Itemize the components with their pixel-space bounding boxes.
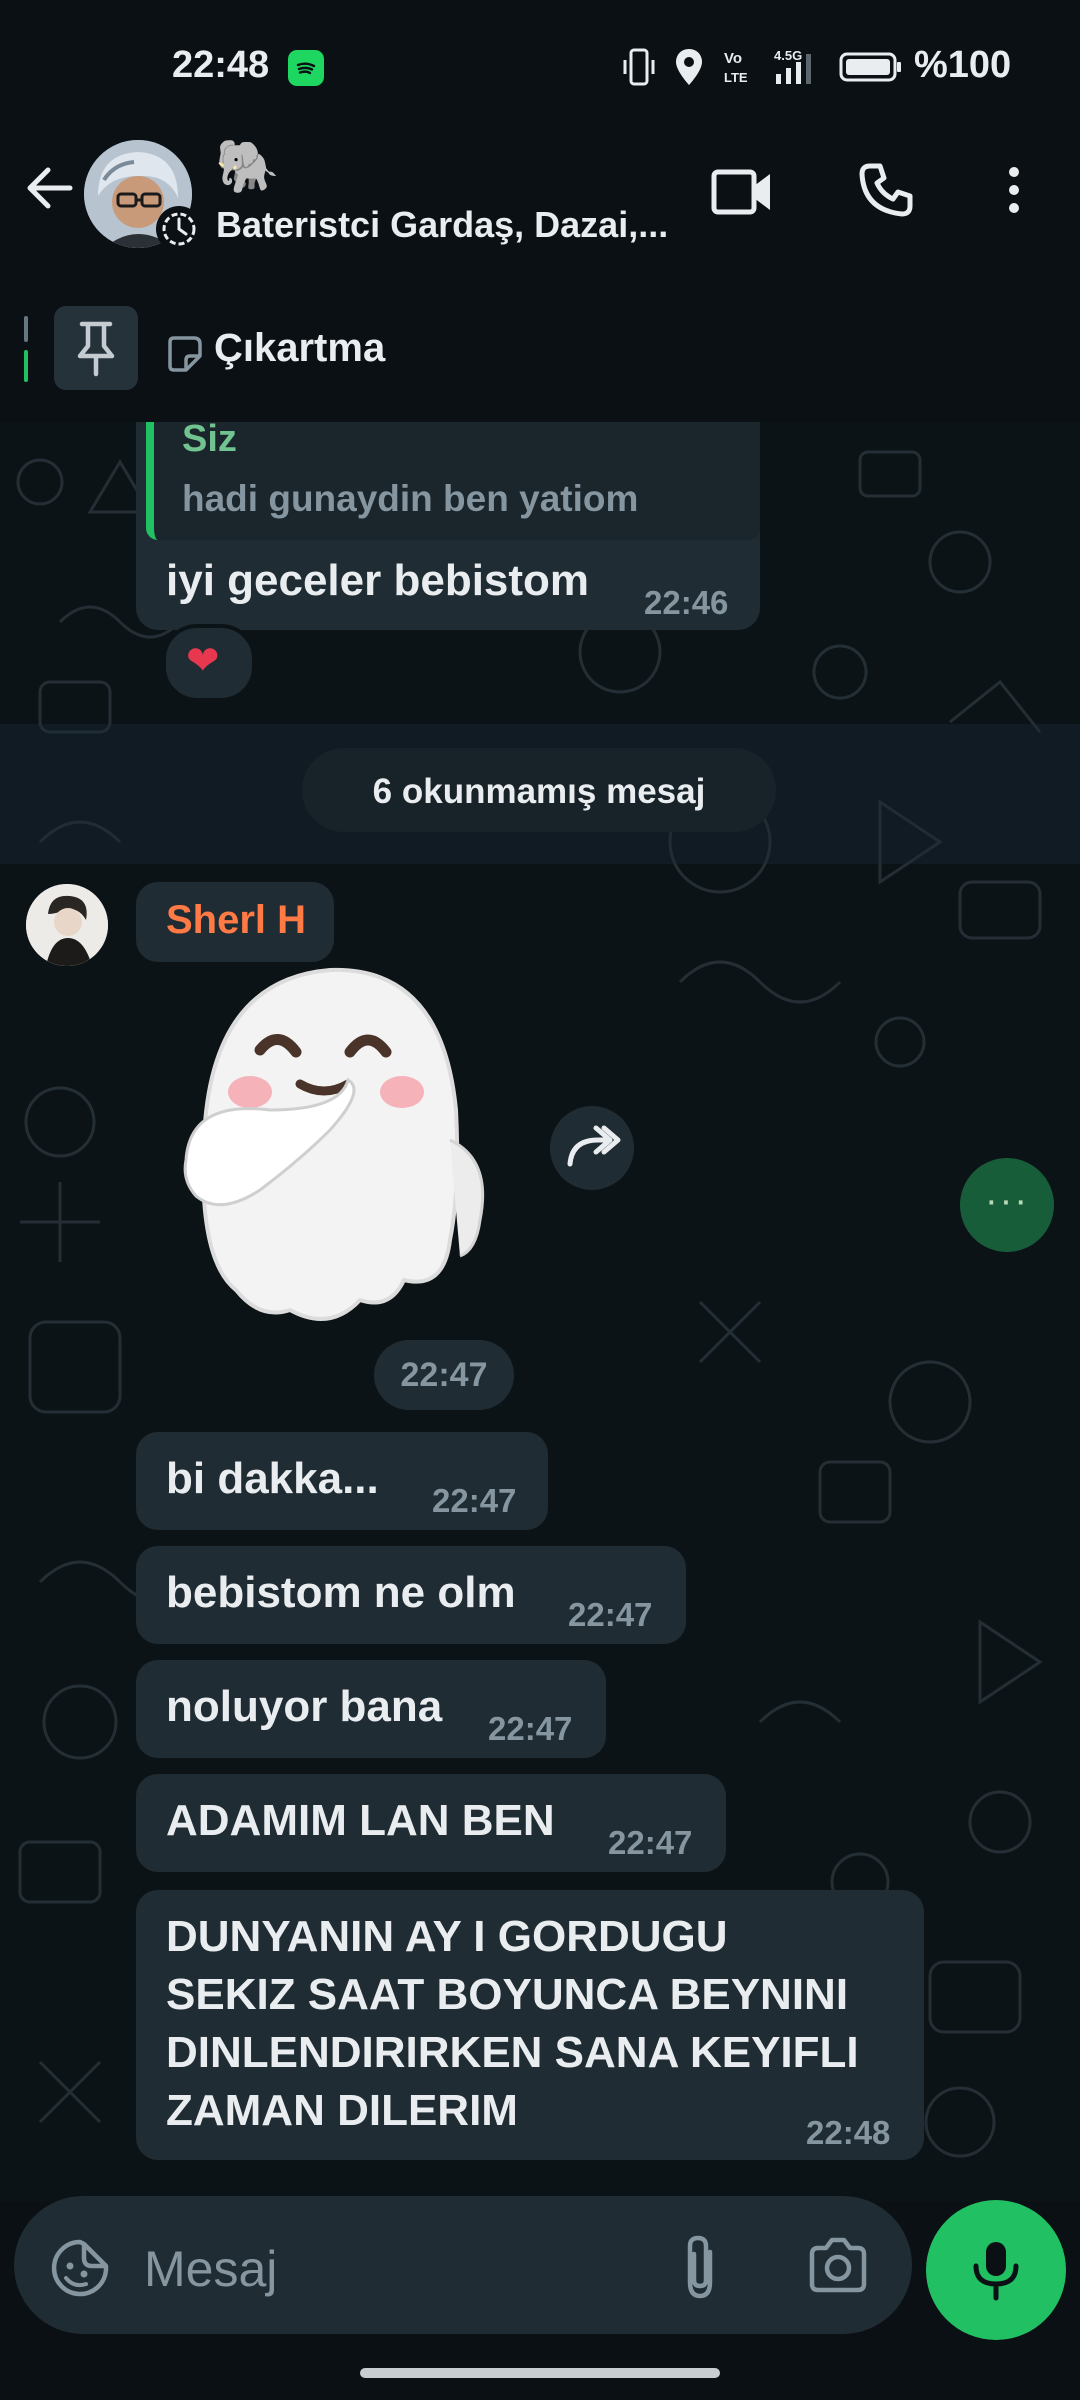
voice-call-icon[interactable] — [856, 160, 916, 220]
volte-icon: Vo LTE — [724, 50, 748, 85]
disappearing-timer-icon — [156, 206, 202, 252]
signal-icon: 4.5G — [774, 48, 811, 84]
message-bubble-multiline[interactable]: DUNYANIN AY I GORDUGU SEKIZ SAAT BOYUNCA… — [136, 1890, 924, 2160]
spotify-icon — [288, 50, 324, 86]
mic-icon — [973, 2242, 1019, 2301]
video-call-icon[interactable] — [710, 164, 774, 220]
unread-messages-divider: 6 okunmamış mesaj — [302, 748, 776, 832]
sticker-icon — [168, 336, 202, 372]
pin-icon[interactable] — [54, 306, 138, 390]
sticker-time: 22:47 — [374, 1340, 514, 1410]
message-input-placeholder[interactable]: Mesaj — [144, 2240, 277, 2298]
gesture-nav-handle[interactable] — [360, 2368, 720, 2378]
message-bubble[interactable]: bebistom ne olm 22:47 — [136, 1546, 686, 1644]
message-line: DINLENDIRIRKEN SANA KEYIFLI — [166, 2028, 859, 2077]
location-icon — [676, 49, 702, 85]
message-line: DUNYANIN AY I GORDUGU — [166, 1912, 728, 1961]
elephant-emoji: 🐘 — [215, 138, 280, 196]
heart-reaction-icon: ❤ — [186, 639, 220, 683]
message-line: SEKIZ SAAT BOYUNCA BEYNINI — [166, 1970, 849, 2019]
svg-text:4.5G: 4.5G — [774, 48, 802, 63]
message-time: 22:47 — [568, 1596, 653, 1633]
message-time: 22:47 — [432, 1482, 517, 1519]
pinned-message-label: Çıkartma — [214, 326, 386, 370]
message-text: noluyor bana — [166, 1682, 443, 1731]
sticker-time-label: 22:47 — [400, 1356, 488, 1394]
battery-percentage: %100 — [914, 44, 1012, 86]
sender-name[interactable]: Sherl H — [166, 898, 306, 943]
quote-text: hadi gunaydin ben yatiom — [182, 478, 639, 519]
mic-button[interactable] — [926, 2200, 1066, 2340]
svg-text:LTE: LTE — [724, 70, 748, 85]
camera-icon[interactable] — [806, 2236, 870, 2296]
more-dots-icon: ··· — [985, 1180, 1029, 1222]
message-bubble[interactable]: ADAMIM LAN BEN 22:47 — [136, 1774, 726, 1872]
floating-more-button[interactable]: ··· — [960, 1158, 1054, 1252]
attach-icon[interactable] — [676, 2232, 724, 2304]
message-text: iyi geceler bebistom — [166, 556, 590, 605]
message-line: ZAMAN DILERIM — [166, 2086, 518, 2135]
pin-indicator — [24, 316, 28, 342]
pin-indicator-active — [24, 350, 28, 382]
more-vertical-icon[interactable] — [996, 160, 1032, 220]
message-bubble[interactable]: bi dakka... 22:47 — [136, 1432, 548, 1530]
reaction-badge[interactable]: ❤ — [162, 624, 256, 702]
message-text: bi dakka... — [166, 1454, 379, 1503]
chat-title[interactable]: Bateristci Gardaş, Dazai,... — [216, 204, 668, 246]
message-time: 22:46 — [644, 584, 729, 621]
status-time: 22:48 — [172, 44, 270, 86]
vibrate-icon — [623, 48, 655, 86]
unread-label: 6 okunmamış mesaj — [372, 772, 706, 811]
forward-button[interactable] — [550, 1106, 634, 1190]
sender-avatar[interactable] — [26, 884, 108, 966]
message-text: bebistom ne olm — [166, 1568, 516, 1617]
quote-author: Siz — [182, 418, 237, 460]
emoji-sticker-icon[interactable] — [48, 2236, 112, 2300]
svg-text:Vo: Vo — [724, 50, 742, 67]
back-arrow-icon[interactable] — [22, 160, 78, 216]
message-time: 22:47 — [488, 1710, 573, 1747]
message-bubble[interactable]: noluyor bana 22:47 — [136, 1660, 606, 1758]
battery-icon — [839, 52, 901, 82]
message-text: ADAMIM LAN BEN — [166, 1796, 555, 1845]
message-time: 22:47 — [608, 1824, 693, 1861]
chat-area[interactable]: iyi geceler bebistom 22:46 6 okunmamış m… — [0, 422, 1080, 2202]
ghost-sticker[interactable] — [180, 960, 500, 1340]
pinned-message-bar[interactable] — [0, 276, 1080, 423]
message-time: 22:48 — [806, 2114, 891, 2151]
